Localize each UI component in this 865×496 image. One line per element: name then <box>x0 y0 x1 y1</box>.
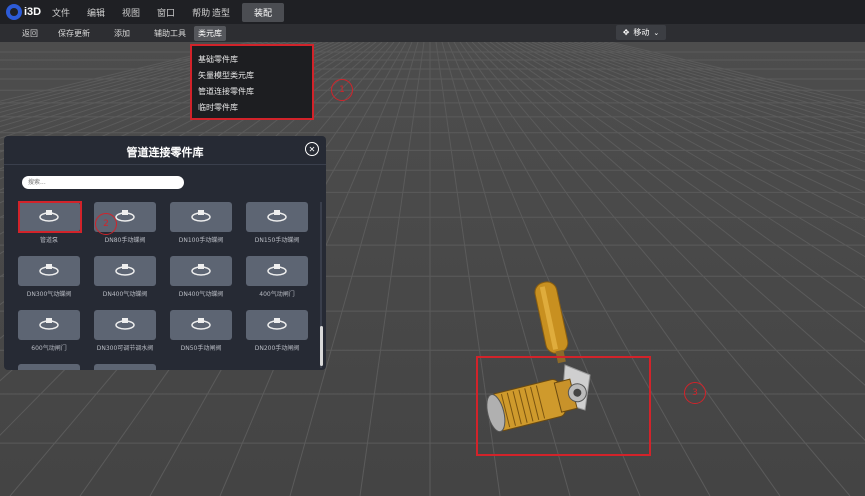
menu-bar: i3D 文件 编辑 视图 窗口 帮助 造型 装配 <box>0 0 865 24</box>
dropdown-item-pipe-parts[interactable]: 管道连接零件库 <box>198 84 306 100</box>
menu-window[interactable]: 窗口 <box>157 6 175 19</box>
pipe-library-panel: 管道连接零件库 ✕ 管道泵 DN80手动蝶阀 DN100手动蝶阀 DN150手动蝶阀 D… <box>4 136 326 370</box>
part-label: DN50手动闸阀 <box>180 345 222 352</box>
class-library-dropdown: 基础零件库 矢量模型类元库 管道连接零件库 临时零件库 <box>190 44 314 120</box>
annotation-marker: 3 <box>684 382 706 404</box>
part-tile[interactable]: DN200手动闸阀 <box>246 310 308 352</box>
part-tile[interactable]: DN100手动蝶阀 <box>170 202 232 244</box>
dropdown-item-temp-parts[interactable]: 临时零件库 <box>198 100 306 116</box>
part-tile[interactable]: DN400气动蝶阀 <box>94 256 156 298</box>
move-label: 移动 <box>633 28 650 37</box>
part-thumbnail <box>170 202 232 232</box>
part-thumbnail <box>246 256 308 286</box>
part-label: DN400气动蝶阀 <box>178 291 224 298</box>
part-label: 400气动闸门 <box>259 291 295 298</box>
scrollbar-thumb[interactable] <box>320 326 323 366</box>
move-button[interactable]: ✥ 移动 ⌄ <box>616 25 666 40</box>
part-thumbnail <box>18 256 80 286</box>
menu-edit[interactable]: 编辑 <box>87 6 105 19</box>
move-icon: ✥ <box>622 28 630 37</box>
part-thumbnail <box>18 310 80 340</box>
divider <box>4 164 326 165</box>
part-tile[interactable]: 400气动闸门 <box>246 256 308 298</box>
close-icon[interactable]: ✕ <box>305 142 319 156</box>
search-input[interactable] <box>22 176 184 189</box>
part-label: DN300可调节调水阀 <box>96 345 154 352</box>
part-thumbnail <box>94 256 156 286</box>
part-label: DN200手动闸阀 <box>254 345 300 352</box>
part-tile[interactable]: DN50手动闸阀 <box>170 310 232 352</box>
part-label: DN150手动蝶阀 <box>254 237 300 244</box>
part-tile[interactable]: DN400气动蝶阀 <box>170 256 232 298</box>
part-tile-partial[interactable] <box>18 364 80 370</box>
part-label: DN80手动蝶阀 <box>104 237 146 244</box>
annotation-marker: 2 <box>95 213 117 235</box>
tab-modeling[interactable]: 造型 <box>200 3 242 22</box>
part-tile[interactable]: DN150手动蝶阀 <box>246 202 308 244</box>
part-thumbnail <box>170 256 232 286</box>
mode-tabs: 造型 装配 <box>200 3 285 22</box>
part-tile[interactable]: 600气动闸门 <box>18 310 80 352</box>
part-tile[interactable]: DN300可调节调水阀 <box>94 310 156 352</box>
highlight-box <box>18 201 82 233</box>
part-tile-partial[interactable] <box>94 364 156 370</box>
part-thumbnail <box>246 310 308 340</box>
part-thumbnail <box>170 310 232 340</box>
part-thumbnail <box>94 310 156 340</box>
menu-file[interactable]: 文件 <box>52 6 70 19</box>
part-tile[interactable]: DN300气动蝶阀 <box>18 256 80 298</box>
part-label: 管道泵 <box>39 237 58 244</box>
part-label: DN100手动蝶阀 <box>178 237 224 244</box>
app-logo: i3D <box>6 2 46 22</box>
toolbar: 返回 保存更新 添加 辅助工具 类元库 ✥ 移动 ⌄ <box>0 24 865 42</box>
part-thumbnail <box>246 202 308 232</box>
panel-title: 管道连接零件库 <box>126 146 204 159</box>
aux-tools-button[interactable]: 辅助工具 <box>146 26 194 41</box>
dropdown-item-basic-parts[interactable]: 基础零件库 <box>198 52 306 68</box>
back-button[interactable]: 返回 <box>14 26 46 41</box>
menu-view[interactable]: 视图 <box>122 6 140 19</box>
chevron-down-icon: ⌄ <box>653 28 660 37</box>
logo-icon <box>6 4 22 20</box>
class-library-button[interactable]: 类元库 <box>194 25 226 41</box>
part-label: DN300气动蝶阀 <box>26 291 72 298</box>
tab-assembly[interactable]: 装配 <box>242 3 285 22</box>
highlight-box <box>476 356 651 456</box>
dropdown-item-vector-models[interactable]: 矢量模型类元库 <box>198 68 306 84</box>
annotation-marker: 1 <box>331 79 353 101</box>
logo-text: i3D <box>24 6 42 18</box>
part-label: DN400气动蝶阀 <box>102 291 148 298</box>
save-update-button[interactable]: 保存更新 <box>50 26 98 41</box>
part-label: 600气动闸门 <box>31 345 67 352</box>
add-button[interactable]: 添加 <box>106 26 138 41</box>
